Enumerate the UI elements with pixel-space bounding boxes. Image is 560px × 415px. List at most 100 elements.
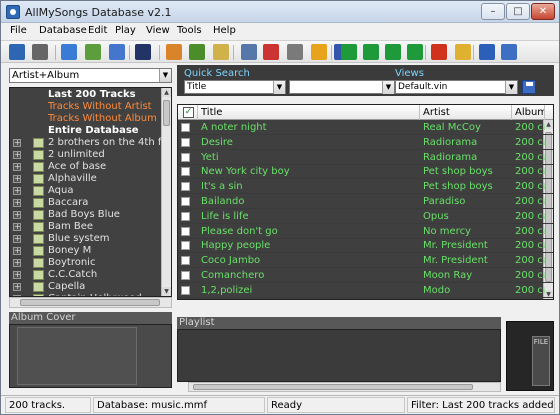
- row-checkbox[interactable]: [181, 182, 190, 192]
- import-icon[interactable]: [166, 44, 182, 60]
- stop-icon[interactable]: [431, 44, 447, 60]
- search-input[interactable]: ▼: [289, 80, 395, 94]
- tree-artist-item[interactable]: + Capella: [10, 281, 162, 293]
- step-icon[interactable]: [407, 44, 423, 60]
- playlist-horizontal-scrollbar[interactable]: [188, 382, 501, 392]
- table-row[interactable]: Happy people Mr. President 200 can: [178, 239, 553, 254]
- expand-icon[interactable]: +: [13, 247, 21, 255]
- chevron-down-icon[interactable]: ▼: [382, 81, 394, 94]
- table-row[interactable]: New York city boy Pet shop boys 200 can: [178, 165, 553, 180]
- tree-artist-item[interactable]: + Aqua: [10, 185, 162, 197]
- tree-special-item[interactable]: Last 200 Tracks: [48, 89, 168, 101]
- maximize-button[interactable]: □: [506, 3, 530, 20]
- table-row[interactable]: Bailando Paradiso 200 can: [178, 195, 553, 209]
- expand-icon[interactable]: +: [13, 271, 21, 279]
- screen-icon[interactable]: [263, 44, 279, 60]
- table-row[interactable]: Coco Jambo Mr. President 200 can: [178, 254, 553, 269]
- tree-artist-item[interactable]: + Ace of base: [10, 161, 162, 173]
- scroll-thumb-horizontal[interactable]: [193, 384, 473, 390]
- menu-tools[interactable]: Tools: [177, 25, 202, 36]
- tree-artist-item[interactable]: + C.C.Catch: [10, 269, 162, 281]
- chevron-down-icon[interactable]: ▼: [505, 81, 517, 94]
- cd-icon[interactable]: [241, 44, 257, 60]
- exit-icon[interactable]: [501, 44, 517, 60]
- row-checkbox[interactable]: [181, 211, 190, 221]
- export-icon[interactable]: [189, 44, 205, 60]
- row-checkbox[interactable]: [181, 167, 190, 177]
- search-field-select[interactable]: Title ▼: [184, 80, 286, 94]
- search-icon[interactable]: [9, 44, 25, 60]
- prev-icon[interactable]: [385, 44, 401, 60]
- expand-icon[interactable]: +: [13, 211, 21, 219]
- edit-icon[interactable]: [61, 44, 77, 60]
- menu-file[interactable]: File: [10, 25, 27, 36]
- expand-icon[interactable]: +: [13, 235, 21, 243]
- table-row[interactable]: Desire Radiorama 200 can: [178, 136, 553, 150]
- tree-artist-item[interactable]: + Bad Boys Blue: [10, 209, 162, 221]
- table-row[interactable]: Please don't go No mercy 200 can: [178, 225, 553, 239]
- views-select[interactable]: Default.vin ▼: [395, 80, 518, 94]
- tree-artist-item[interactable]: +2 unlimited: [10, 149, 162, 161]
- menu-view[interactable]: View: [146, 25, 170, 36]
- row-checkbox[interactable]: [181, 152, 190, 162]
- table-row[interactable]: A noter night Real McCoy 200 can: [178, 121, 553, 135]
- table-row[interactable]: Comanchero Moon Ray 200 can: [178, 269, 553, 283]
- scroll-thumb-horizontal[interactable]: [20, 299, 160, 306]
- scroll-down-icon[interactable]: ▼: [162, 287, 171, 296]
- menu-play[interactable]: Play: [115, 25, 136, 36]
- table-row[interactable]: Life is life Opus 200 can: [178, 210, 553, 224]
- refresh-icon[interactable]: [109, 44, 125, 60]
- expand-icon[interactable]: +: [13, 223, 21, 231]
- column-album[interactable]: Album: [512, 105, 545, 120]
- select-all-column[interactable]: ✓: [178, 105, 198, 120]
- tree-artist-item[interactable]: +2 brothers on the 4th floor: [10, 137, 162, 149]
- menu-edit[interactable]: Edit: [88, 25, 107, 36]
- tree-horizontal-scrollbar[interactable]: [9, 297, 172, 308]
- expand-icon[interactable]: +: [13, 187, 21, 195]
- expand-icon[interactable]: +: [13, 199, 21, 207]
- expand-icon[interactable]: +: [13, 139, 21, 147]
- tree-special-item[interactable]: Tracks Without Album: [48, 113, 168, 125]
- tree-artist-item[interactable]: + Boney M: [10, 245, 162, 257]
- tree-artist-item[interactable]: + Blue system: [10, 233, 162, 245]
- row-checkbox[interactable]: [181, 226, 190, 236]
- chevron-down-icon[interactable]: ▼: [159, 69, 171, 82]
- table-row[interactable]: It's a sin Pet shop boys 200 can: [178, 180, 553, 195]
- settings-icon[interactable]: [287, 44, 303, 60]
- expand-icon[interactable]: +: [13, 151, 21, 159]
- expand-icon[interactable]: +: [13, 163, 21, 171]
- close-button[interactable]: ✕: [531, 3, 555, 20]
- help-icon[interactable]: [479, 44, 495, 60]
- image-icon[interactable]: [85, 44, 101, 60]
- tree-mode-select[interactable]: Artist+Album ▼: [9, 68, 172, 83]
- table-row[interactable]: Brother LouieModern Talking200 can: [178, 299, 553, 300]
- row-checkbox[interactable]: [181, 271, 190, 280]
- expand-icon[interactable]: +: [13, 259, 21, 267]
- table-row[interactable]: 1,2,polizei Modo 200 can: [178, 284, 553, 298]
- table-row[interactable]: Yeti Radiorama 200 can: [178, 151, 553, 165]
- row-checkbox[interactable]: [181, 123, 190, 132]
- row-checkbox[interactable]: [181, 256, 190, 266]
- expand-icon[interactable]: +: [13, 175, 21, 183]
- row-checkbox[interactable]: [181, 241, 190, 251]
- save-view-icon[interactable]: [522, 80, 536, 94]
- next-icon[interactable]: [363, 44, 379, 60]
- row-checkbox[interactable]: [181, 197, 190, 206]
- tree-special-item[interactable]: Tracks Without Artist: [48, 101, 168, 113]
- chevron-down-icon[interactable]: ▼: [273, 81, 285, 94]
- column-artist[interactable]: Artist: [420, 105, 512, 120]
- tree-artist-item[interactable]: + Baccara: [10, 197, 162, 209]
- tree-artist-item[interactable]: + Bam Bee: [10, 221, 162, 233]
- tree-artist-item[interactable]: + Boytronic: [10, 257, 162, 269]
- menu-help[interactable]: Help: [213, 25, 236, 36]
- binoculars-icon[interactable]: [135, 44, 151, 60]
- tree-artist-item[interactable]: + Alphaville: [10, 173, 162, 185]
- menu-database[interactable]: Database: [39, 25, 87, 36]
- column-title[interactable]: Title: [198, 105, 420, 120]
- check-icon[interactable]: [311, 44, 327, 60]
- select-all-checkbox[interactable]: ✓: [183, 107, 194, 118]
- print-icon[interactable]: [32, 44, 48, 60]
- play-icon[interactable]: [341, 44, 357, 60]
- folder-icon[interactable]: [213, 44, 229, 60]
- star-icon[interactable]: [455, 44, 471, 60]
